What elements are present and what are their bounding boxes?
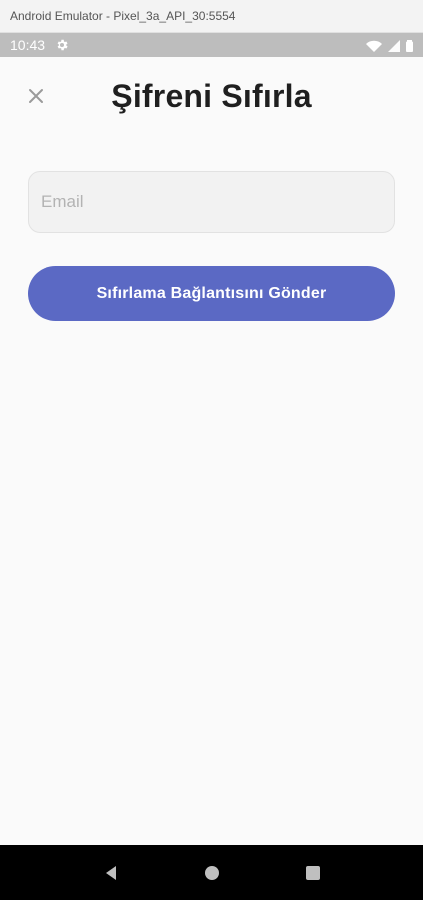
gear-icon [55,38,69,52]
status-bar: 10:43 [0,33,423,57]
signal-icon [388,39,400,52]
email-field[interactable] [28,171,395,233]
back-icon[interactable] [102,864,120,882]
emulator-titlebar: Android Emulator - Pixel_3a_API_30:5554 [0,0,423,33]
reset-password-screen: Şifreni Sıfırla Sıfırlama Bağlantısını G… [0,58,423,845]
home-icon[interactable] [203,864,221,882]
send-reset-link-button[interactable]: Sıfırlama Bağlantısını Gönder [28,266,395,321]
battery-icon [406,39,413,52]
android-nav-bar [0,845,423,900]
header: Şifreni Sıfırla [0,58,423,138]
emulator-window: Android Emulator - Pixel_3a_API_30:5554 … [0,0,423,900]
window-title: Android Emulator - Pixel_3a_API_30:5554 [10,9,236,23]
page-title: Şifreni Sıfırla [111,78,312,114]
wifi-icon [366,39,382,52]
status-time: 10:43 [10,37,46,53]
recents-icon[interactable] [304,864,322,882]
